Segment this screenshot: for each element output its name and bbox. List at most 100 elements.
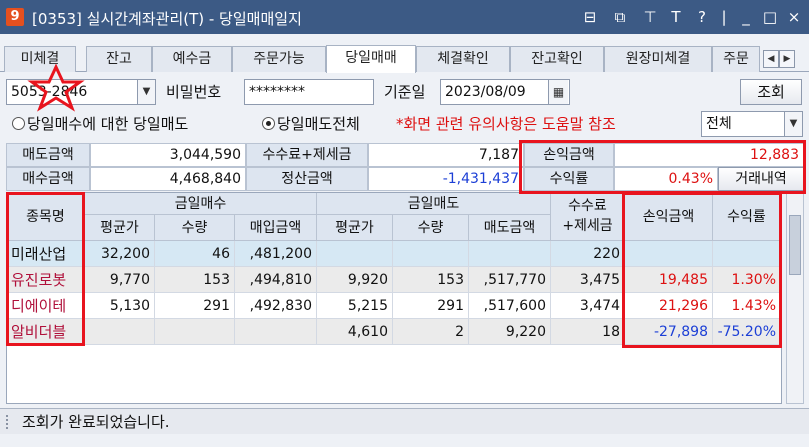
chevron-down-icon[interactable]: ▼ bbox=[137, 80, 155, 104]
col-fee-header[interactable]: 수수료 +제세금 bbox=[551, 193, 625, 241]
divider-icon: | bbox=[721, 8, 727, 26]
col-return-header[interactable]: 수익률 bbox=[713, 193, 781, 241]
password-label: 비밀번호 bbox=[166, 83, 222, 101]
cell-fee[interactable]: 220 bbox=[551, 241, 625, 267]
filter-value: 전체 bbox=[706, 116, 732, 132]
scrollbar-thumb[interactable] bbox=[789, 215, 801, 275]
password-field[interactable]: ******** bbox=[244, 79, 374, 105]
col-sell-qty-header[interactable]: 수량 bbox=[393, 215, 469, 241]
base-date-value: 2023/08/09 bbox=[445, 84, 526, 100]
cell-buy-amount[interactable]: ,492,830 bbox=[235, 293, 317, 319]
radio-same-day-buy-sell[interactable]: 당일매수에 대한 당일매도 bbox=[12, 111, 188, 137]
grid-scrollbar[interactable] bbox=[786, 192, 804, 404]
maximize-icon[interactable]: □ bbox=[759, 6, 781, 28]
cell-sell-avg[interactable]: 9,920 bbox=[317, 267, 393, 293]
cell-buy-qty[interactable]: 46 bbox=[155, 241, 235, 267]
cell-buy-amount[interactable] bbox=[235, 319, 317, 345]
cell-sell-avg[interactable]: 5,215 bbox=[317, 293, 393, 319]
cell-name[interactable]: 알비더블 bbox=[7, 319, 85, 345]
restore-panel-icon[interactable]: ⧉ bbox=[609, 6, 631, 28]
cell-buy-avg[interactable]: 32,200 bbox=[85, 241, 155, 267]
cell-fee[interactable]: 3,475 bbox=[551, 267, 625, 293]
cell-name[interactable]: 디에이테 bbox=[7, 293, 85, 319]
sell-amount-label: 매도금액 bbox=[6, 143, 90, 167]
tab-balance[interactable]: 잔고 bbox=[86, 46, 152, 72]
help-icon[interactable]: ? bbox=[691, 6, 713, 28]
cell-sell-qty[interactable]: 153 bbox=[393, 267, 469, 293]
radio-circle-selected bbox=[262, 117, 275, 130]
tab-prev-icon[interactable]: ◀ bbox=[763, 50, 779, 68]
calendar-icon[interactable]: ▦ bbox=[548, 80, 568, 104]
cell-pnl[interactable]: 19,485 bbox=[625, 267, 713, 293]
radio1-label: 당일매수에 대한 당일매도 bbox=[27, 115, 189, 133]
tab-daily-trade[interactable]: 당일매매 bbox=[326, 45, 416, 73]
trade-grid: 종목명 금일매수 금일매도 수수료 +제세금 손익금액 수익률 평균가 수량 매… bbox=[6, 192, 782, 404]
col-buy-amount-header[interactable]: 매입금액 bbox=[235, 215, 317, 241]
pnl-value: 12,883 bbox=[614, 143, 804, 167]
tab-balance-check[interactable]: 잔고확인 bbox=[510, 46, 604, 72]
cell-sell-amount[interactable]: 9,220 bbox=[469, 319, 551, 345]
settle-value: -1,431,437 bbox=[368, 167, 524, 191]
cell-buy-avg[interactable]: 9,770 bbox=[85, 267, 155, 293]
cell-return[interactable]: 1.43% bbox=[713, 293, 781, 319]
cell-buy-amount[interactable]: ,494,810 bbox=[235, 267, 317, 293]
radio-circle bbox=[12, 117, 25, 130]
cell-name[interactable]: 미래산업 bbox=[7, 241, 85, 267]
minimize-icon[interactable]: _ bbox=[735, 6, 757, 28]
col-name-header[interactable]: 종목명 bbox=[7, 193, 85, 241]
cell-sell-amount[interactable] bbox=[469, 241, 551, 267]
cell-return[interactable] bbox=[713, 241, 781, 267]
cell-pnl[interactable]: 21,296 bbox=[625, 293, 713, 319]
tab-execution-check[interactable]: 체결확인 bbox=[416, 46, 510, 72]
cell-sell-amount[interactable]: ,517,770 bbox=[469, 267, 551, 293]
radio-all-sell[interactable]: 당일매도전체 bbox=[262, 111, 360, 137]
minimize-panel-icon[interactable]: ⊟ bbox=[579, 6, 601, 28]
cell-sell-avg[interactable] bbox=[317, 241, 393, 267]
tab-next-icon[interactable]: ▶ bbox=[779, 50, 795, 68]
col-sell-amount-header[interactable]: 매도금액 bbox=[469, 215, 551, 241]
cell-buy-qty[interactable]: 291 bbox=[155, 293, 235, 319]
cell-return[interactable]: 1.30% bbox=[713, 267, 781, 293]
pin-icon[interactable]: ⊤ bbox=[639, 6, 661, 28]
tab-order[interactable]: 주문 bbox=[712, 46, 760, 72]
query-button[interactable]: 조회 bbox=[740, 79, 802, 105]
chevron-down-icon[interactable]: ▼ bbox=[784, 112, 802, 136]
history-button[interactable]: 거래내역 bbox=[718, 167, 804, 191]
cell-name[interactable]: 유진로봇 bbox=[7, 267, 85, 293]
cell-sell-qty[interactable]: 2 bbox=[393, 319, 469, 345]
cell-buy-avg[interactable] bbox=[85, 319, 155, 345]
cell-pnl[interactable]: -27,898 bbox=[625, 319, 713, 345]
options-row: 당일매수에 대한 당일매도 당일매도전체 *화면 관련 유의사항은 도움말 참조… bbox=[0, 111, 809, 137]
cell-sell-amount[interactable]: ,517,600 bbox=[469, 293, 551, 319]
status-bar: 조회가 완료되었습니다. bbox=[0, 408, 809, 434]
col-buy-qty-header[interactable]: 수량 bbox=[155, 215, 235, 241]
tab-deposit[interactable]: 예수금 bbox=[152, 46, 232, 72]
cell-buy-qty[interactable]: 153 bbox=[155, 267, 235, 293]
title-bar: 9 [0353] 실시간계좌관리(T) - 당일매매일지 ⊟ ⧉ ⊤ T ? |… bbox=[0, 0, 809, 34]
cell-fee[interactable]: 18 bbox=[551, 319, 625, 345]
col-sell-avg-header[interactable]: 평균가 bbox=[317, 215, 393, 241]
col-buy-avg-header[interactable]: 평균가 bbox=[85, 215, 155, 241]
window-title: [0353] 실시간계좌관리(T) - 당일매매일지 bbox=[32, 10, 302, 28]
tab-order-available[interactable]: 주문가능 bbox=[232, 46, 326, 72]
cell-fee[interactable]: 3,474 bbox=[551, 293, 625, 319]
tab-bar: 미체결 잔고 예수금 주문가능 당일매매 체결확인 잔고확인 원장미체결 주문 … bbox=[0, 44, 809, 73]
cell-buy-qty[interactable] bbox=[155, 319, 235, 345]
sell-amount-value: 3,044,590 bbox=[90, 143, 246, 167]
cell-sell-qty[interactable]: 291 bbox=[393, 293, 469, 319]
cell-sell-avg[interactable]: 4,610 bbox=[317, 319, 393, 345]
base-date-label: 기준일 bbox=[384, 83, 426, 101]
pnl-label: 손익금액 bbox=[524, 143, 614, 167]
cell-sell-qty[interactable] bbox=[393, 241, 469, 267]
grip-icon bbox=[6, 415, 10, 429]
cell-buy-avg[interactable]: 5,130 bbox=[85, 293, 155, 319]
close-icon[interactable]: × bbox=[783, 6, 805, 28]
cell-pnl[interactable] bbox=[625, 241, 713, 267]
fee-tax-label: 수수료+제세금 bbox=[246, 143, 368, 167]
cell-return[interactable]: -75.20% bbox=[713, 319, 781, 345]
col-pnl-header[interactable]: 손익금액 bbox=[625, 193, 713, 241]
font-icon[interactable]: T bbox=[665, 6, 687, 28]
cell-buy-amount[interactable]: ,481,200 bbox=[235, 241, 317, 267]
fee-tax-value: 7,187 bbox=[368, 143, 524, 167]
tab-ledger-unfilled[interactable]: 원장미체결 bbox=[604, 46, 712, 72]
